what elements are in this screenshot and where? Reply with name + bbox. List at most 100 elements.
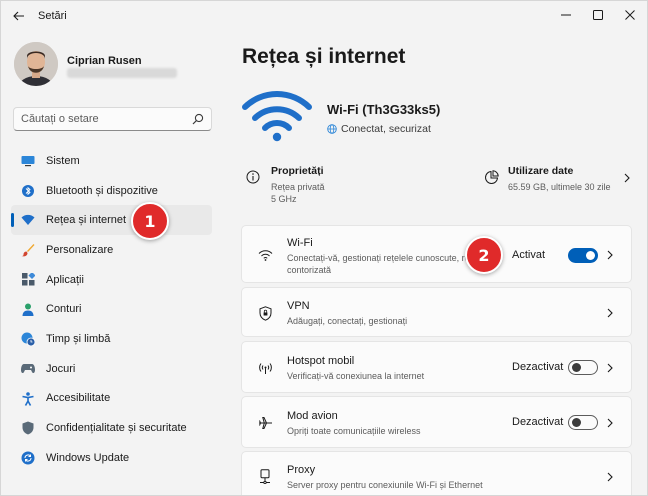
vpn-card-title: VPN	[287, 300, 310, 312]
apps-icon	[21, 273, 35, 287]
sidebar-item-apps[interactable]: Aplicații	[11, 265, 212, 295]
sidebar-item-label: Rețea și internet	[46, 214, 127, 227]
globe-icon	[327, 124, 337, 134]
properties-title: Proprietăți	[271, 165, 324, 177]
proxy-card[interactable]: Proxy Server proxy pentru conexiunile Wi…	[241, 451, 632, 495]
properties-band: 5 GHz	[271, 194, 297, 204]
paintbrush-icon	[21, 243, 35, 257]
properties-link[interactable]: Proprietăți Rețea privată 5 GHz	[242, 158, 392, 208]
person-icon	[21, 302, 35, 316]
wifi-icon	[257, 247, 273, 263]
wifi-large-icon	[242, 91, 312, 142]
chevron-right-icon	[607, 418, 613, 428]
hotspot-card-title: Hotspot mobil	[287, 355, 355, 367]
wifi-card[interactable]: Wi-Fi Conectați-vă, gestionați rețelele …	[241, 225, 632, 283]
airplane-mode-card[interactable]: Mod avion Opriți toate comunicațiile wir…	[241, 396, 632, 448]
search-icon[interactable]	[192, 113, 204, 125]
sidebar-item-accounts[interactable]: Conturi	[11, 294, 212, 324]
data-usage-link[interactable]: Utilizare date 65.59 GB, ultimele 30 zil…	[482, 158, 631, 208]
gamepad-icon	[21, 362, 35, 376]
hotspot-state-label: Dezactivat	[512, 361, 564, 373]
data-usage-title: Utilizare date	[508, 165, 574, 177]
sidebar-item-label: Bluetooth și dispozitive	[46, 184, 158, 197]
sidebar-item-windows-update[interactable]: Windows Update	[11, 443, 212, 473]
maximize-icon	[593, 10, 603, 20]
chevron-right-icon	[607, 250, 613, 260]
hotspot-toggle[interactable]	[568, 360, 598, 375]
wifi-diamond-icon	[21, 213, 35, 227]
sidebar-nav: Sistem Bluetooth și dispozitive Rețea și…	[11, 146, 212, 473]
sidebar-item-privacy[interactable]: Confidențialitate și securitate	[11, 413, 212, 443]
page-title: Rețea și internet	[242, 45, 406, 68]
chevron-right-icon	[607, 308, 613, 318]
chevron-right-icon	[607, 472, 613, 482]
sidebar-item-label: Jocuri	[46, 362, 76, 375]
sidebar-item-bluetooth[interactable]: Bluetooth și dispozitive	[11, 176, 212, 206]
network-name: Wi-Fi (Th3G33ks5)	[327, 102, 441, 117]
airplane-state-label: Dezactivat	[512, 416, 564, 428]
vpn-card-description: Adăugați, conectați, gestionați	[287, 316, 408, 326]
data-usage-value: 65.59 GB, ultimele 30 zile	[508, 182, 611, 192]
pie-chart-icon	[485, 170, 499, 184]
wifi-card-title: Wi-Fi	[287, 237, 313, 249]
hotspot-icon	[257, 360, 273, 376]
bluetooth-icon	[21, 184, 35, 198]
globe-clock-icon	[21, 332, 35, 347]
sidebar-item-label: Accesibilitate	[46, 392, 111, 405]
network-status-text: Conectat, securizat	[341, 123, 431, 135]
app-title: Setări	[38, 10, 67, 22]
search-placeholder: Căutați o setare	[21, 113, 99, 125]
airplane-icon	[257, 415, 273, 431]
sidebar-item-time-language[interactable]: Timp și limbă	[11, 324, 212, 354]
sidebar-item-system[interactable]: Sistem	[11, 146, 212, 176]
sidebar-item-label: Conturi	[46, 303, 82, 316]
title-bar: Setări	[1, 1, 647, 31]
proxy-card-title: Proxy	[287, 464, 316, 476]
sidebar-item-label: Confidențialitate și securitate	[46, 422, 187, 435]
vpn-shield-icon	[257, 305, 273, 321]
avatar[interactable]	[14, 42, 58, 86]
sidebar-item-gaming[interactable]: Jocuri	[11, 354, 212, 384]
user-email-blurred	[67, 68, 177, 78]
annotation-badge-2: 2	[465, 236, 503, 274]
proxy-icon	[257, 468, 273, 484]
sidebar-item-label: Sistem	[46, 154, 80, 167]
close-icon	[625, 10, 635, 20]
proxy-card-description: Server proxy pentru conexiunile Wi-Fi și…	[287, 480, 483, 490]
network-status: Conectat, securizat	[327, 123, 431, 135]
info-icon	[246, 170, 260, 184]
chevron-right-icon	[624, 173, 630, 183]
settings-window: Setări Ciprian Rusen Căutați o setare Si…	[0, 0, 648, 496]
sidebar-item-label: Windows Update	[46, 451, 130, 464]
annotation-badge-1: 1	[131, 202, 169, 240]
sidebar-item-label: Aplicații	[46, 273, 84, 286]
minimize-icon	[561, 14, 571, 16]
shield-icon	[21, 421, 35, 435]
back-button[interactable]	[9, 7, 29, 25]
airplane-toggle[interactable]	[568, 415, 598, 430]
sidebar-item-accessibility[interactable]: Accesibilitate	[11, 384, 212, 414]
wifi-state-label: Activat	[512, 249, 546, 261]
maximize-button[interactable]	[583, 5, 613, 25]
user-name: Ciprian Rusen	[67, 55, 142, 67]
accessibility-icon	[21, 391, 35, 406]
close-button[interactable]	[615, 5, 645, 25]
sidebar-item-label: Personalizare	[46, 243, 114, 256]
sidebar-item-label: Timp și limbă	[46, 332, 111, 345]
sidebar-item-network[interactable]: Rețea și internet	[11, 205, 212, 236]
minimize-button[interactable]	[551, 5, 581, 25]
monitor-icon	[21, 154, 35, 168]
hotspot-card[interactable]: Hotspot mobil Verificați-vă conexiunea l…	[241, 341, 632, 393]
wifi-toggle[interactable]	[568, 248, 598, 263]
arrow-left-icon	[13, 11, 24, 21]
sidebar-item-personalization[interactable]: Personalizare	[11, 235, 212, 265]
chevron-right-icon	[607, 363, 613, 373]
properties-network-type: Rețea privată	[271, 182, 325, 192]
airplane-card-title: Mod avion	[287, 410, 338, 422]
network-info-row: Proprietăți Rețea privată 5 GHz Utilizar…	[242, 158, 631, 212]
vpn-card[interactable]: VPN Adăugați, conectați, gestionați	[241, 287, 632, 337]
search-box[interactable]: Căutați o setare	[13, 107, 212, 131]
hotspot-card-description: Verificați-vă conexiunea la internet	[287, 371, 425, 381]
airplane-card-description: Opriți toate comunicațiile wireless	[287, 426, 421, 436]
update-icon	[21, 451, 35, 465]
